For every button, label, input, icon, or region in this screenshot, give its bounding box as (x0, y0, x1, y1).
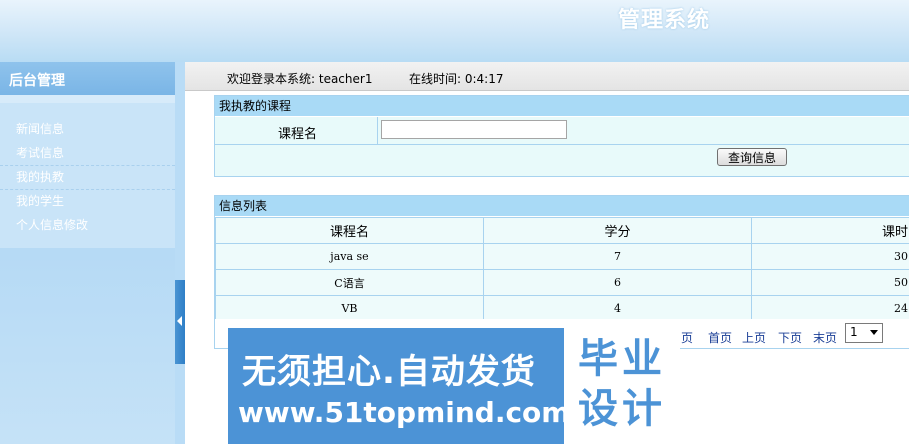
watermark-badge-text: 毕业设计 (578, 336, 666, 432)
column-header-credit: 学分 (483, 217, 752, 244)
list-panel-title: 信息列表 (215, 196, 909, 216)
sidebar-title: 后台管理 (9, 73, 65, 89)
sidebar-item-my-students[interactable]: 我的学生 (0, 190, 175, 214)
sidebar-divider (0, 95, 175, 103)
online-time: 在线时间: 0:4:17 (409, 72, 504, 86)
cell-credit: 6 (483, 269, 752, 296)
pager-last[interactable]: 末页 (813, 329, 837, 346)
course-table: 课程名 学分 课时 java se 7 30 C语言 6 50 VB 4 24 (215, 217, 909, 322)
cell-course: java se (215, 243, 484, 270)
chevron-left-icon (177, 316, 182, 326)
cell-credit: 4 (483, 295, 752, 322)
app-title: 管理系统 (618, 8, 711, 33)
cell-course: C语言 (215, 269, 484, 296)
pager-total: 页 (681, 331, 694, 345)
search-panel: 我执教的课程 课程名 查询信息 (214, 95, 909, 177)
cell-hours: 24 (751, 295, 909, 322)
watermark-badge: 毕业设计 (564, 328, 680, 444)
pager-next[interactable]: 下页 (778, 329, 802, 346)
column-header-course: 课程名 (215, 217, 484, 244)
pager-first[interactable]: 首页 (708, 329, 732, 346)
query-button[interactable]: 查询信息 (717, 148, 787, 166)
table-row: java se 7 30 (215, 243, 909, 270)
course-name-label: 课程名 (278, 127, 318, 142)
cell-hours: 30 (751, 243, 909, 270)
pager-prev[interactable]: 上页 (742, 329, 766, 346)
watermark-slogan: 无须担心.自动发货 (242, 352, 536, 392)
sidebar-item-news[interactable]: 新闻信息 (0, 118, 175, 142)
page-select-value: 1 (850, 325, 858, 339)
cell-course: VB (215, 295, 484, 322)
sidebar-item-exams[interactable]: 考试信息 (0, 142, 175, 166)
column-header-hours: 课时 (751, 217, 909, 244)
search-button-row: 查询信息 (215, 145, 909, 176)
sidebar-item-profile-edit[interactable]: 个人信息修改 (0, 214, 175, 238)
watermark-banner: 无须担心.自动发货 www.51topmind.com 毕业设计 (228, 328, 680, 444)
search-panel-title: 我执教的课程 (215, 96, 909, 116)
list-panel: 信息列表 课程名 学分 课时 java se 7 30 C语言 6 50 VB … (214, 195, 909, 349)
table-header-row: 课程名 学分 课时 (215, 217, 909, 244)
welcome-bar: 欢迎登录本系统: teacher1 在线时间: 0:4:17 (185, 62, 909, 91)
cell-hours: 50 (751, 269, 909, 296)
welcome-text: 欢迎登录本系统: teacher1 (227, 72, 373, 86)
search-label-cell: 课程名 (215, 117, 378, 144)
app-header: 管理系统 (0, 0, 909, 62)
sidebar-header: 后台管理 (0, 62, 175, 95)
table-row: VB 4 24 (215, 295, 909, 322)
sidebar-splitter (175, 62, 185, 444)
page-select[interactable]: 1 (845, 323, 883, 343)
sidebar-item-my-teaching[interactable]: 我的执教 (0, 166, 175, 190)
sidebar-menu: 新闻信息 考试信息 我的执教 我的学生 个人信息修改 (0, 118, 175, 238)
course-name-input[interactable] (381, 120, 567, 139)
chevron-down-icon (870, 330, 878, 335)
search-row: 课程名 (215, 117, 909, 145)
cell-credit: 7 (483, 243, 752, 270)
sidebar: 后台管理 新闻信息 考试信息 我的执教 我的学生 个人信息修改 (0, 62, 175, 444)
table-row: C语言 6 50 (215, 269, 909, 296)
watermark-url: www.51topmind.com (238, 396, 571, 429)
